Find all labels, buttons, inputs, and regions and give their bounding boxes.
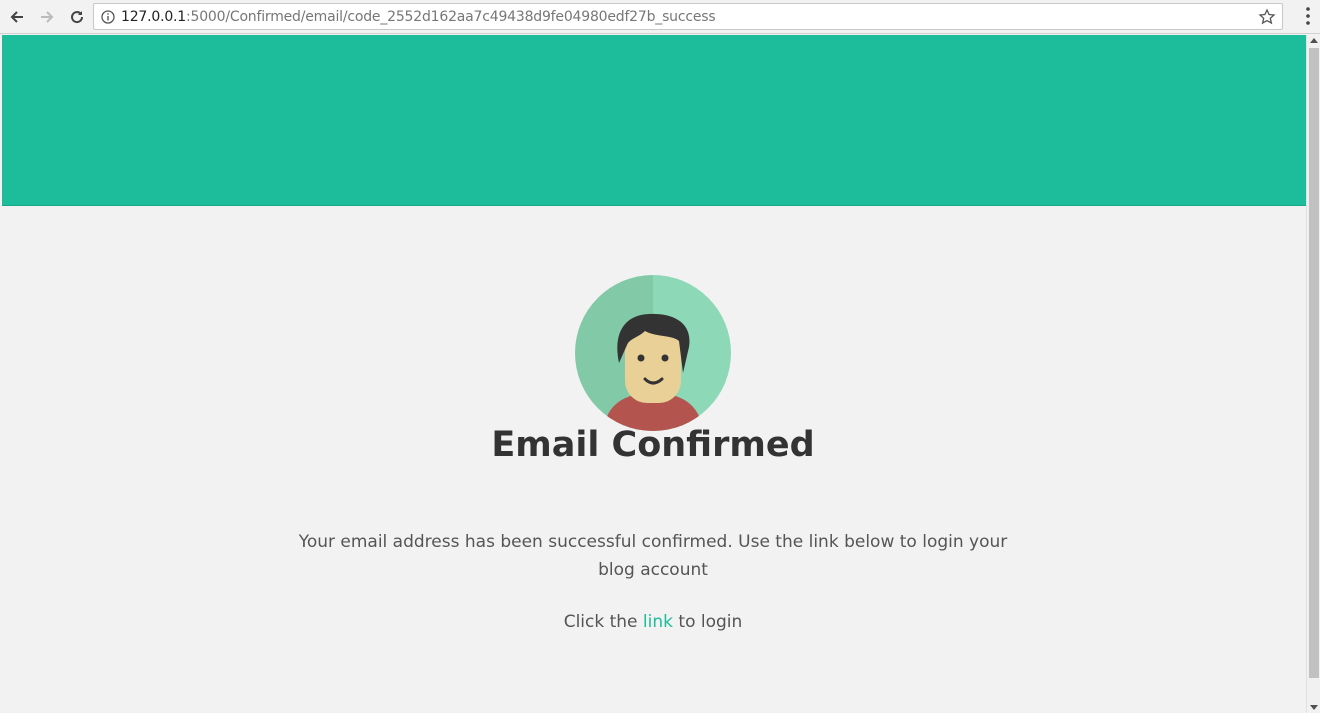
back-button[interactable] bbox=[4, 4, 30, 30]
login-prompt: Click the link to login bbox=[0, 612, 1306, 632]
scrollbar-thumb[interactable] bbox=[1309, 48, 1319, 678]
url-path: :5000/Confirmed/email/code_2552d162aa7c4… bbox=[186, 8, 716, 25]
header-banner bbox=[2, 35, 1306, 206]
cta-suffix: to login bbox=[673, 612, 743, 632]
arrow-left-icon bbox=[10, 10, 23, 23]
page-viewport: Email Confirmed Your email address has b… bbox=[0, 35, 1306, 713]
address-bar[interactable]: 127.0.0.1:5000/Confirmed/email/code_2552… bbox=[93, 3, 1283, 30]
login-link[interactable]: link bbox=[643, 612, 673, 632]
scroll-down-icon[interactable] bbox=[1310, 705, 1318, 710]
kebab-menu-icon[interactable] bbox=[1306, 7, 1310, 25]
forward-button[interactable] bbox=[34, 4, 60, 30]
reload-icon bbox=[71, 10, 84, 23]
info-icon[interactable] bbox=[101, 9, 115, 24]
vertical-scrollbar[interactable] bbox=[1306, 35, 1320, 713]
url-text[interactable]: 127.0.0.1:5000/Confirmed/email/code_2552… bbox=[121, 8, 716, 25]
url-host: 127.0.0.1 bbox=[121, 8, 186, 25]
arrow-right-icon bbox=[41, 10, 54, 23]
scroll-up-icon[interactable] bbox=[1310, 38, 1318, 43]
browser-toolbar: 127.0.0.1:5000/Confirmed/email/code_2552… bbox=[0, 0, 1320, 34]
page-title: Email Confirmed bbox=[491, 425, 815, 465]
user-avatar-icon bbox=[575, 275, 731, 431]
confirmation-message: Your email address has been successful c… bbox=[298, 532, 1008, 580]
star-icon[interactable] bbox=[1258, 8, 1276, 26]
reload-button[interactable] bbox=[64, 4, 90, 30]
cta-prefix: Click the bbox=[563, 612, 643, 632]
